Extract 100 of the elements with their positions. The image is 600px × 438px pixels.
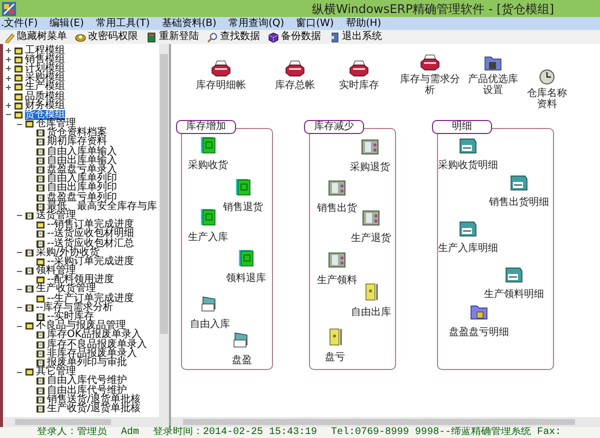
document-icon (25, 212, 34, 220)
tree-item[interactable]: 财务模组 (25, 100, 65, 111)
shortcut-label[interactable]: 销售退货 (223, 202, 263, 213)
shortcut-label[interactable]: 生产入库 (188, 232, 228, 243)
folder-icon[interactable] (469, 303, 489, 321)
document-icon (36, 358, 45, 367)
printer-icon[interactable] (285, 60, 305, 78)
printer-icon[interactable] (211, 60, 231, 78)
expander-icon[interactable] (5, 74, 12, 82)
expander-icon[interactable] (5, 65, 12, 72)
menu-item[interactable]: 基础资料(B) (162, 18, 216, 30)
book-icon[interactable] (198, 136, 218, 154)
folder-icon (36, 221, 45, 230)
sql-folder-icon[interactable] (509, 173, 529, 191)
sql-folder-icon[interactable] (504, 265, 524, 283)
door-icon (329, 32, 340, 42)
menu-item[interactable]: 编辑(E) (50, 18, 84, 30)
shortcut-label[interactable]: 盘亏 (325, 352, 345, 363)
document-icon (36, 313, 45, 322)
shortcut-label[interactable]: 库存与需求分析 (399, 74, 461, 96)
document-icon (25, 304, 34, 312)
document-icon (36, 166, 45, 174)
menu-item[interactable]: 帮助(H) (346, 18, 382, 30)
menu-item[interactable]: 常用查询(Q) (228, 18, 284, 30)
document-icon (36, 404, 45, 413)
shortcut-label[interactable]: 采购收货明细 (438, 160, 498, 171)
folder-icon (25, 322, 34, 330)
document-icon (36, 175, 45, 184)
shortcut-label[interactable]: 仓库名称资料 (525, 88, 569, 110)
shortcut-label[interactable]: 生产入库明细 (438, 243, 498, 254)
clock-icon[interactable] (537, 68, 557, 86)
expander-icon[interactable] (5, 47, 12, 54)
horizontal-scrollbar[interactable] (171, 417, 600, 427)
document-icon (36, 240, 45, 248)
sql-folder-icon[interactable] (458, 219, 478, 237)
app-icon (2, 2, 16, 16)
tree-item[interactable]: 库存不良品报废单录入 (47, 340, 147, 350)
toolbar-button[interactable]: 退出系统 (329, 31, 382, 43)
shortcut-label[interactable]: 生产退货 (351, 233, 391, 244)
book-icon[interactable] (198, 208, 218, 226)
shortcut-label[interactable]: 产品优选库设置 (465, 74, 521, 96)
folder-icon[interactable] (483, 54, 503, 72)
document-icon (36, 377, 45, 386)
toolbar-button[interactable]: 查找数据 (207, 31, 260, 43)
document-icon (36, 138, 45, 146)
cube-icon (268, 32, 279, 42)
window-title: 纵横WindowsERP精确管理软件 - [货仓模组] (312, 2, 554, 16)
book-icon[interactable] (233, 178, 253, 196)
shortcut-label[interactable]: 销售出货明细 (489, 197, 549, 208)
tree-item[interactable]: 非库存品报废单录入 (47, 348, 137, 359)
horizontal-scrollbar[interactable] (3, 417, 169, 427)
menu-item[interactable]: 常用工具(T) (96, 18, 150, 30)
shortcut-label[interactable]: 库存明细帐 (196, 80, 246, 91)
group-title: 库存减少 (304, 120, 364, 134)
document-icon (36, 230, 45, 238)
expander-icon[interactable] (5, 84, 12, 91)
binder-icon[interactable] (360, 138, 380, 156)
document-icon (36, 156, 45, 165)
shortcut-label[interactable]: 采购退货 (350, 162, 390, 173)
document-icon (36, 148, 45, 156)
shortcut-label[interactable]: 生产领料明细 (484, 289, 544, 300)
document-icon (25, 248, 34, 257)
binder-icon[interactable] (327, 251, 347, 269)
document-icon (25, 285, 34, 294)
shortcut-label[interactable]: 库存总帐 (275, 80, 315, 91)
sql-folder-icon[interactable] (458, 136, 478, 154)
shortcut-label[interactable]: 领料退库 (226, 273, 266, 284)
vertical-scrollbar[interactable] (159, 44, 169, 417)
status-text: Adm (121, 427, 140, 438)
document-icon (36, 202, 45, 211)
binder-icon[interactable] (361, 209, 381, 227)
document-icon (36, 350, 45, 358)
shortcut-label[interactable]: 盘盈盘亏明细 (449, 327, 509, 338)
expander-icon[interactable] (5, 56, 12, 64)
shortcut-label[interactable]: 生产领料 (317, 275, 357, 286)
expander-icon[interactable] (5, 102, 12, 110)
printer-icon[interactable] (420, 54, 440, 72)
tree-item[interactable]: 生产收货/退货单批核 (47, 404, 140, 414)
folder-icon (36, 294, 45, 303)
shortcut-label[interactable]: 销售出货 (317, 203, 357, 214)
printer-icon[interactable] (349, 60, 369, 78)
shortcut-label[interactable]: 自由入库 (190, 319, 230, 330)
document-icon (36, 386, 45, 395)
binder-icon[interactable] (327, 179, 347, 197)
folder-icon (36, 276, 45, 284)
toolbar-button[interactable]: 隐藏树菜单 (4, 31, 67, 43)
book-icon[interactable] (236, 249, 256, 267)
tree-item[interactable]: 盘盈盘亏单列印 (47, 192, 117, 203)
tree-item[interactable]: --库存与需求分析 (36, 302, 114, 313)
document-icon (36, 340, 45, 349)
shortcut-label[interactable]: 实时库存 (339, 80, 379, 91)
toolbar-button[interactable]: 备份数据 (268, 31, 321, 43)
shortcut-label[interactable]: 盘盈 (232, 355, 252, 366)
shortcut-label[interactable]: 采购收货 (188, 160, 228, 171)
toolbar-button[interactable]: 改密码权限 (75, 31, 138, 43)
shortcut-label[interactable]: 自由出库 (351, 307, 391, 318)
tree-item[interactable]: 自由入库单输入 (47, 146, 117, 157)
menu-item[interactable]: .文件(F) (1, 18, 38, 30)
toolbar-button[interactable]: 重新登陆 (146, 31, 199, 43)
menu-item[interactable]: 窗口(W) (296, 18, 334, 30)
